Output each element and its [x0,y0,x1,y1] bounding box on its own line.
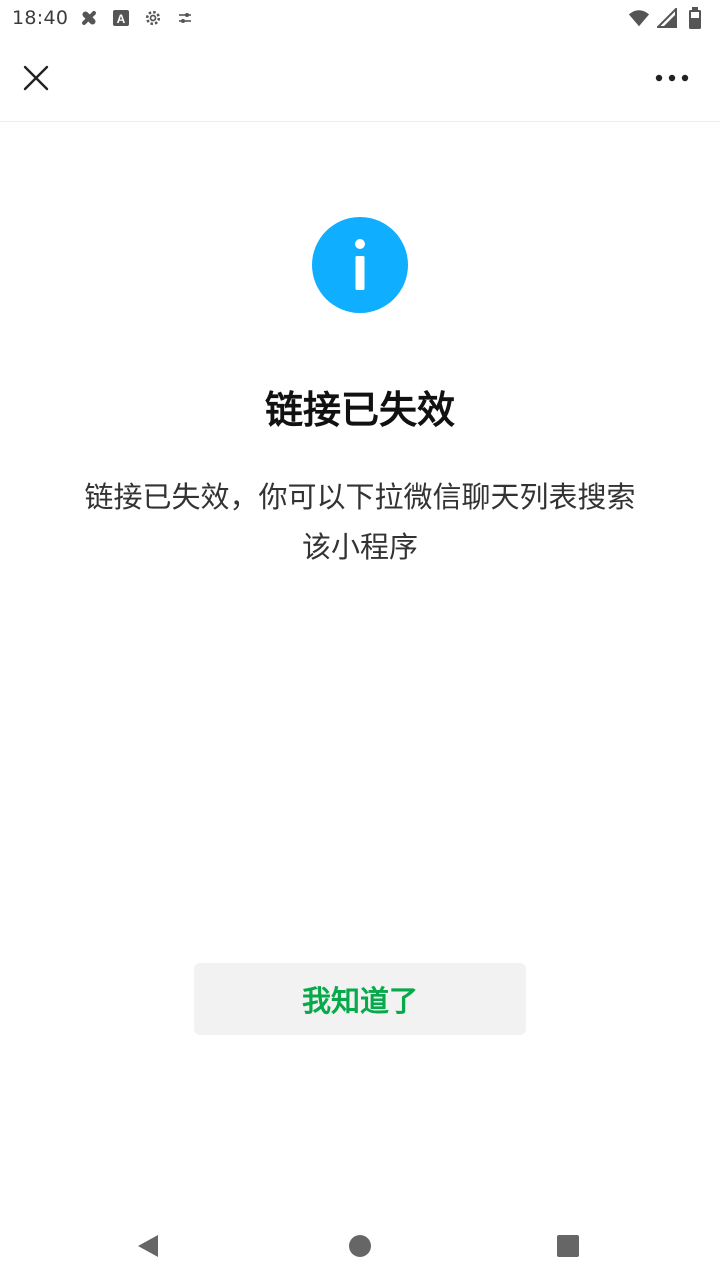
more-icon [655,74,689,82]
page-title: 链接已失效 [264,388,455,432]
description-line-1: 链接已失效，你可以下拉微信聊天列表搜索 [84,480,636,514]
description-line-2: 该小程序 [301,530,418,564]
back-icon [138,1235,158,1257]
recents-icon [557,1235,579,1257]
close-icon [23,65,49,91]
a-box-icon: A [110,7,132,29]
ok-button[interactable]: 我知道了 [194,963,526,1035]
status-right [628,7,706,29]
page: 18:40 A 链接已失效 链接已失效，你可以下拉微信聊天列表搜索 该小程序 我… [0,0,720,1280]
back-button[interactable] [128,1226,168,1266]
bluetooth-off-icon [78,7,100,29]
system-nav-bar [0,1210,720,1280]
close-button[interactable] [14,56,58,100]
recents-button[interactable] [548,1226,588,1266]
status-bar: 18:40 A [0,0,720,36]
tune-icon [174,7,196,29]
signal-icon [656,7,678,29]
nav-bar [0,36,720,122]
gear-icon [142,7,164,29]
status-left: 18:40 A [12,7,196,29]
wifi-icon [628,7,650,29]
battery-icon [684,7,706,29]
info-icon [312,217,408,313]
svg-text:A: A [117,12,126,26]
more-button[interactable] [648,56,696,100]
home-icon [349,1235,371,1257]
description: 链接已失效，你可以下拉微信聊天列表搜索 该小程序 [60,472,660,572]
home-button[interactable] [340,1226,380,1266]
status-time: 18:40 [12,7,69,29]
